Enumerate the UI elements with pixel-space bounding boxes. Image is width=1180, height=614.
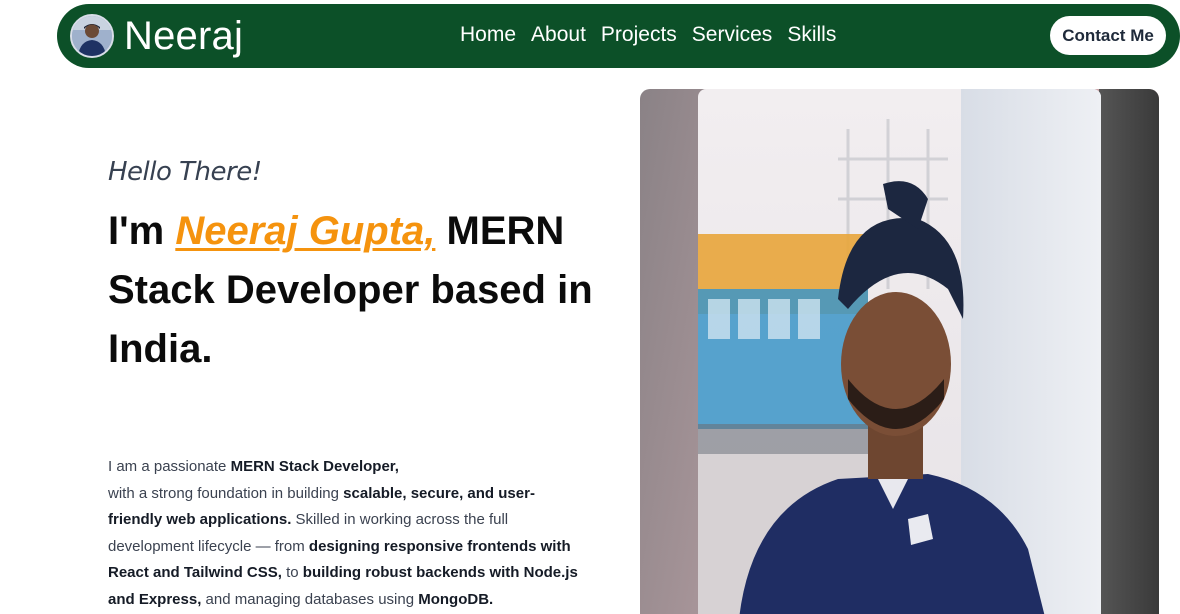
- bio-text: with a strong foundation in building: [108, 484, 344, 502]
- nav-link-home[interactable]: Home: [460, 22, 516, 48]
- nav-link-projects[interactable]: Projects: [601, 22, 677, 48]
- greeting: Hello There!: [108, 157, 262, 187]
- hero-photo: [698, 89, 1101, 614]
- headline-name: Neeraj Gupta,: [175, 209, 436, 253]
- hero-image-frame: [640, 89, 1159, 614]
- navbar: Neeraj Home About Projects Services Skil…: [57, 4, 1180, 68]
- bio-text: to: [281, 564, 303, 581]
- bio-text: I am a passionate: [108, 458, 231, 475]
- nav-link-services[interactable]: Services: [692, 22, 773, 48]
- brand-name: Neeraj: [124, 14, 244, 58]
- frame-shadow: [1099, 89, 1159, 614]
- bio-emphasis: MERN Stack Developer,: [230, 458, 399, 475]
- nav-link-about[interactable]: About: [531, 22, 586, 48]
- bio-text: and managing databases using: [201, 590, 419, 608]
- headline: I'm Neeraj Gupta, MERN Stack Developer b…: [108, 202, 598, 379]
- brand[interactable]: Neeraj: [70, 13, 243, 59]
- nav-links: Home About Projects Services Skills: [460, 22, 851, 48]
- bio-paragraph: I am a passionate MERN Stack Developer, w…: [108, 454, 578, 613]
- bio-emphasis: MongoDB.: [418, 590, 494, 608]
- contact-me-button[interactable]: Contact Me: [1050, 16, 1166, 55]
- avatar: [70, 14, 114, 58]
- nav-link-skills[interactable]: Skills: [787, 22, 836, 48]
- headline-prefix: I'm: [108, 209, 176, 253]
